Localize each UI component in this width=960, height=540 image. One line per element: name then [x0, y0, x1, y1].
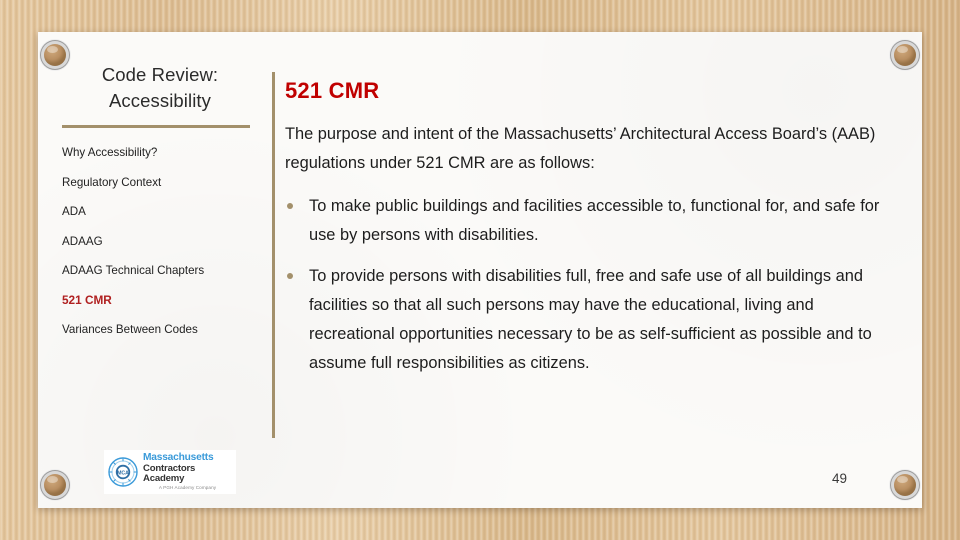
- list-item: To make public buildings and facilities …: [285, 192, 897, 250]
- list-item-text: To make public buildings and facilities …: [309, 197, 880, 244]
- sidebar-item-ada[interactable]: ADA: [62, 204, 212, 220]
- logo-line-1: Massachusetts: [143, 452, 214, 463]
- page-number: 49: [832, 471, 848, 486]
- page-title: 521 CMR: [285, 78, 380, 103]
- sidebar-item-why-accessibility[interactable]: Why Accessibility?: [62, 145, 212, 161]
- deck-title-line-2: Accessibility: [108, 90, 212, 111]
- bullet-dot-icon: [287, 273, 293, 279]
- bullet-dot-icon: [287, 203, 293, 209]
- logo: MCA Massachusetts Contractors Academy A …: [104, 450, 236, 494]
- sidebar: Code Review: Accessibility Why Accessibi…: [62, 62, 258, 352]
- main-content: 521 CMR The purpose and intent of the Ma…: [285, 78, 897, 390]
- sidebar-item-adaag-technical-chapters[interactable]: ADAAG Technical Chapters: [62, 263, 212, 279]
- logo-text: Massachusetts Contractors Academy A PGH …: [143, 452, 232, 491]
- grommet-screw-icon: [44, 44, 66, 66]
- slide-frame: Code Review: Accessibility Why Accessibi…: [0, 0, 960, 540]
- sidebar-item-variances-between-codes[interactable]: Variances Between Codes: [62, 322, 212, 338]
- deck-title: Code Review: Accessibility: [62, 62, 258, 114]
- list-item-text: To provide persons with disabilities ful…: [309, 267, 872, 372]
- sidebar-item-regulatory-context[interactable]: Regulatory Context: [62, 175, 212, 191]
- svg-text:MCA: MCA: [117, 471, 129, 477]
- sidebar-nav-list: Why Accessibility? Regulatory Context AD…: [62, 145, 258, 338]
- sidebar-item-521-cmr[interactable]: 521 CMR: [62, 293, 212, 309]
- title-divider-rule: [62, 125, 250, 128]
- grommet-screw-icon: [894, 474, 916, 496]
- list-item: To provide persons with disabilities ful…: [285, 262, 897, 378]
- bullet-list: To make public buildings and facilities …: [285, 192, 897, 378]
- logo-tagline: A PGH Academy Company: [158, 485, 217, 491]
- logo-line-2: Contractors Academy: [143, 463, 196, 484]
- deck-title-line-1: Code Review:: [101, 64, 219, 85]
- intro-paragraph: The purpose and intent of the Massachuse…: [285, 125, 876, 172]
- compass-seal-icon: MCA: [108, 457, 138, 487]
- sidebar-item-adaag[interactable]: ADAAG: [62, 234, 212, 250]
- grommet-screw-icon: [894, 44, 916, 66]
- grommet-screw-icon: [44, 474, 66, 496]
- vertical-divider: [272, 72, 275, 438]
